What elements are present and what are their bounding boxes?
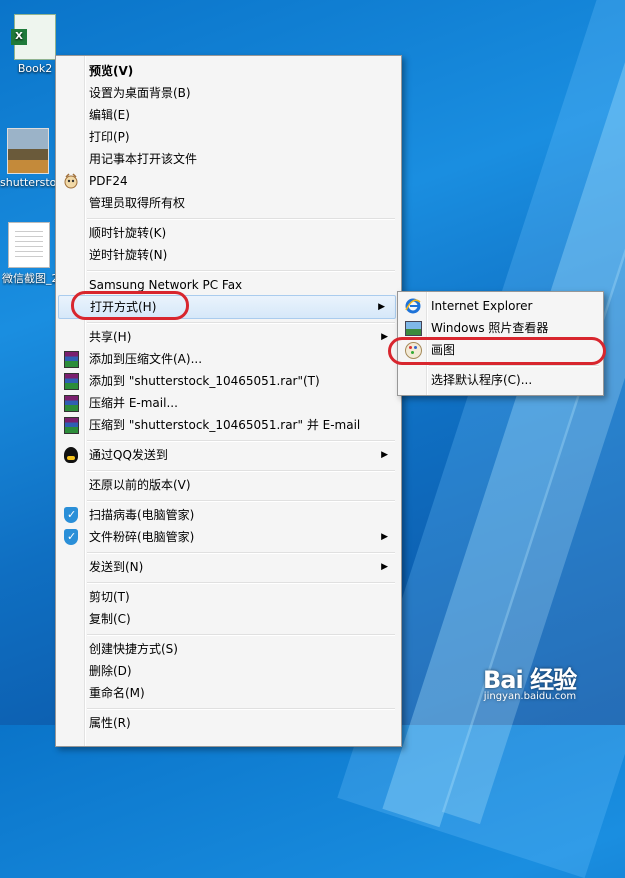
menu-separator (87, 582, 395, 584)
menu-item-label: 添加到 "shutterstock_10465051.rar"(T) (89, 374, 320, 388)
menu-item-label: 剪切(T) (89, 590, 130, 604)
menu-item-rotate-counterclockwise[interactable]: 逆时针旋转(N) (58, 244, 398, 266)
menu-separator (87, 500, 395, 502)
menu-item-restore-previous-versions[interactable]: 还原以前的版本(V) (58, 474, 398, 496)
menu-item-set-desktop-background[interactable]: 设置为桌面背景(B) (58, 82, 398, 104)
internet-explorer-icon (405, 298, 421, 314)
winrar-icon (64, 351, 79, 368)
menu-item-add-to-archive[interactable]: 添加到压缩文件(A)... (58, 348, 398, 370)
menu-separator (87, 322, 395, 324)
menu-item-label: 管理员取得所有权 (89, 196, 186, 210)
menu-item-label: 用记事本打开该文件 (89, 152, 198, 166)
menu-item-edit[interactable]: 编辑(E) (58, 104, 398, 126)
image-file-icon (7, 128, 49, 174)
winrar-icon (64, 395, 79, 412)
winrar-icon (64, 373, 79, 390)
menu-item-copy[interactable]: 复制(C) (58, 608, 398, 630)
menu-item-label: 属性(R) (89, 716, 131, 730)
menu-separator (87, 708, 395, 710)
menu-item-share[interactable]: 共享(H) ▶ (58, 326, 398, 348)
menu-item-compress-to-rar-and-email[interactable]: 压缩到 "shutterstock_10465051.rar" 并 E-mail (58, 414, 398, 436)
menu-item-properties[interactable]: 属性(R) (58, 712, 398, 734)
submenu-item-label: 选择默认程序(C)... (431, 373, 533, 387)
menu-item-label: 预览(V) (89, 64, 134, 78)
menu-item-label: 通过QQ发送到 (89, 448, 168, 462)
menu-separator (429, 365, 599, 367)
baidu-jingyan-watermark: Bai 经验 jingyan.baidu.com (483, 660, 577, 702)
submenu-item-label: Internet Explorer (431, 299, 533, 313)
chevron-right-icon: ▶ (381, 562, 388, 572)
menu-item-label: 还原以前的版本(V) (89, 478, 191, 492)
menu-item-label: 顺时针旋转(K) (89, 226, 167, 240)
menu-item-label: 共享(H) (89, 330, 132, 344)
menu-separator (87, 440, 395, 442)
highlight-annotation-paint (388, 337, 606, 365)
menu-item-label: 设置为桌面背景(B) (89, 86, 191, 100)
menu-item-label: 文件粉碎(电脑管家) (89, 530, 195, 544)
menu-item-label: 重命名(M) (89, 686, 145, 700)
menu-item-label: 逆时针旋转(N) (89, 248, 168, 262)
qq-icon (64, 447, 78, 463)
desktop-icon-wechat-screenshot[interactable]: 微信截图_201612... (2, 222, 56, 286)
menu-item-compress-and-email[interactable]: 压缩并 E-mail... (58, 392, 398, 414)
menu-item-create-shortcut[interactable]: 创建快捷方式(S) (58, 638, 398, 660)
menu-item-send-via-qq[interactable]: 通过QQ发送到 ▶ (58, 444, 398, 466)
menu-item-label: 压缩到 "shutterstock_10465051.rar" 并 E-mail (89, 418, 361, 432)
desktop-icon-shutterstock[interactable]: shutterstock_104650... (0, 128, 56, 189)
submenu-item-internet-explorer[interactable]: Internet Explorer (400, 295, 600, 317)
menu-item-label: 添加到压缩文件(A)... (89, 352, 203, 366)
photo-viewer-icon (405, 321, 422, 336)
chevron-right-icon: ▶ (381, 532, 388, 542)
menu-item-label: 扫描病毒(电脑管家) (89, 508, 195, 522)
menu-item-label: 编辑(E) (89, 108, 130, 122)
menu-separator (87, 552, 395, 554)
submenu-item-choose-default-program[interactable]: 选择默认程序(C)... (400, 369, 600, 391)
menu-item-label: 打印(P) (89, 130, 130, 144)
watermark-url: jingyan.baidu.com (483, 691, 577, 702)
image-file-icon (8, 222, 50, 268)
menu-separator (87, 634, 395, 636)
highlight-annotation-open-with (71, 291, 189, 320)
menu-item-file-shredder[interactable]: 文件粉碎(电脑管家) ▶ (58, 526, 398, 548)
menu-item-preview[interactable]: 预览(V) (58, 60, 398, 82)
menu-item-scan-virus[interactable]: 扫描病毒(电脑管家) (58, 504, 398, 526)
menu-item-rotate-clockwise[interactable]: 顺时针旋转(K) (58, 222, 398, 244)
shield-icon (64, 507, 78, 523)
pdf24-icon (64, 173, 78, 189)
shield-icon (64, 529, 78, 545)
menu-item-rename[interactable]: 重命名(M) (58, 682, 398, 704)
desktop-icon-label: 微信截图_201612... (2, 272, 56, 285)
desktop-icon-label: shutterstock_104650... (0, 176, 56, 189)
chevron-right-icon: ▶ (381, 450, 388, 460)
menu-item-label: PDF24 (89, 174, 128, 188)
context-menu: 预览(V) 设置为桌面背景(B) 编辑(E) 打印(P) 用记事本打开该文件 P… (55, 55, 402, 747)
menu-item-add-to-rar[interactable]: 添加到 "shutterstock_10465051.rar"(T) (58, 370, 398, 392)
submenu-item-label: Windows 照片查看器 (431, 321, 549, 335)
menu-item-label: 创建快捷方式(S) (89, 642, 178, 656)
wallpaper-streak (382, 0, 625, 828)
menu-item-cut[interactable]: 剪切(T) (58, 586, 398, 608)
excel-file-icon: X (11, 14, 56, 60)
menu-item-print[interactable]: 打印(P) (58, 126, 398, 148)
menu-item-label: 复制(C) (89, 612, 131, 626)
menu-item-take-ownership[interactable]: 管理员取得所有权 (58, 192, 398, 214)
menu-item-open-with-notepad[interactable]: 用记事本打开该文件 (58, 148, 398, 170)
chevron-right-icon: ▶ (381, 332, 388, 342)
menu-item-label: 发送到(N) (89, 560, 144, 574)
menu-separator (87, 470, 395, 472)
submenu-item-photo-viewer[interactable]: Windows 照片查看器 (400, 317, 600, 339)
watermark-logo: Bai 经验 (483, 666, 577, 694)
menu-separator (87, 270, 395, 272)
menu-item-label: 删除(D) (89, 664, 132, 678)
menu-separator (87, 218, 395, 220)
menu-item-send-to[interactable]: 发送到(N) ▶ (58, 556, 398, 578)
menu-item-delete[interactable]: 删除(D) (58, 660, 398, 682)
chevron-right-icon: ▶ (378, 302, 385, 312)
winrar-icon (64, 417, 79, 434)
menu-item-label: 压缩并 E-mail... (89, 396, 178, 410)
menu-item-pdf24[interactable]: PDF24 (58, 170, 398, 192)
